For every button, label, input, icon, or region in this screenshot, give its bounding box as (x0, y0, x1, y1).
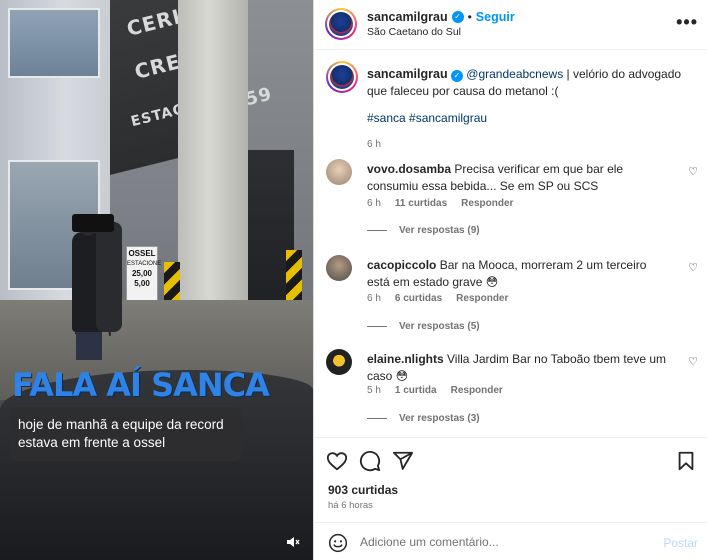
comment-body: vovo.dosamba Precisa verificar em que ba… (367, 161, 667, 195)
comment-item: elaine.nlights Villa Jardim Bar no Taboã… (326, 349, 698, 429)
video-overlay-title: FALA AÍ SANCA (12, 366, 270, 404)
comment-likes[interactable]: 1 curtida (395, 385, 437, 396)
avatar[interactable] (325, 8, 357, 40)
comment-body: elaine.nlights Villa Jardim Bar no Taboã… (367, 351, 667, 385)
view-replies-button[interactable]: Ver respostas (9) (367, 225, 480, 236)
price-sign-brand: OSSEL (128, 249, 156, 258)
verified-badge-icon: ✓ (451, 11, 464, 23)
comment-time[interactable]: 6 h (367, 198, 381, 209)
post-location[interactable]: São Caetano do Sul (367, 26, 461, 38)
reply-button[interactable]: Responder (461, 198, 513, 209)
replies-line (367, 230, 387, 231)
comment-like-heart-icon[interactable]: ♡ (688, 165, 698, 178)
comment-time[interactable]: 5 h (367, 385, 381, 396)
speaker-muted-icon[interactable] (282, 532, 304, 552)
more-options-button[interactable]: ••• (676, 12, 698, 33)
replies-line (367, 326, 387, 327)
view-replies-label[interactable]: Ver respostas (9) (399, 225, 480, 236)
comment-likes[interactable]: 11 curtidas (395, 198, 447, 209)
header-user-row: sancamilgrau ✓ • Seguir (367, 10, 515, 24)
caption-hashtags[interactable]: #sanca #sancamilgrau (367, 111, 487, 125)
view-replies-button[interactable]: Ver respostas (3) (367, 413, 480, 424)
add-comment-bar: Postar (314, 522, 707, 560)
comment-time[interactable]: 6 h (367, 293, 381, 304)
comment-item: cacopiccolo Bar na Mooca, morreram 2 um … (326, 255, 698, 335)
comment-like-heart-icon[interactable]: ♡ (688, 355, 698, 368)
comment-username[interactable]: vovo.dosamba (367, 162, 451, 176)
comment-icon[interactable] (359, 450, 381, 472)
reply-button[interactable]: Responder (451, 385, 503, 396)
comments-section[interactable]: sancamilgrau ✓ @grandeabcnews | velório … (314, 51, 707, 436)
post-media[interactable]: CERIM CREM ESTACION 459 OSSEL ESTACIONE … (0, 0, 313, 560)
avatar[interactable] (326, 61, 358, 93)
price-sign-value: 5,00 (134, 279, 150, 288)
comment-username[interactable]: elaine.nlights (367, 352, 444, 366)
comment-username[interactable]: cacopiccolo (367, 258, 436, 272)
video-caption-box: hoje de manhã a equipe da record estava … (10, 407, 243, 461)
price-sign-head: ESTACIONE (127, 261, 162, 267)
likes-count[interactable]: 903 curtidas (328, 483, 398, 497)
comment-likes[interactable]: 6 curtidas (395, 293, 442, 304)
comment-body: cacopiccolo Bar na Mooca, morreram 2 um … (367, 257, 667, 291)
reporter-figure (96, 222, 122, 332)
follow-button[interactable]: Seguir (476, 10, 515, 24)
post-timestamp[interactable]: há 6 horas (328, 500, 373, 511)
video-caption-line: estava em frente a ossel (18, 435, 166, 450)
heart-icon[interactable] (326, 450, 348, 472)
post-action-bar (314, 437, 707, 477)
comment-input[interactable] (360, 532, 640, 552)
comment-meta: 6 h 11 curtidas Responder (367, 198, 513, 209)
caption-timestamp[interactable]: 6 h (367, 139, 381, 150)
verified-badge-icon: ✓ (450, 70, 463, 82)
post-sidebar: sancamilgrau ✓ • Seguir São Caetano do S… (313, 0, 707, 560)
comment-meta: 5 h 1 curtida Responder (367, 385, 503, 396)
caption-username[interactable]: sancamilgrau (367, 67, 448, 81)
reply-button[interactable]: Responder (456, 293, 508, 304)
comment-like-heart-icon[interactable]: ♡ (688, 261, 698, 274)
avatar[interactable] (326, 255, 352, 281)
tv-camera (72, 214, 114, 232)
video-caption-line: hoje de manhã a equipe da record (18, 417, 224, 432)
instagram-post-modal: CERIM CREM ESTACION 459 OSSEL ESTACIONE … (0, 0, 707, 560)
view-replies-label[interactable]: Ver respostas (3) (399, 413, 480, 424)
bookmark-icon[interactable] (675, 450, 697, 472)
replies-line (367, 418, 387, 419)
comment-item: vovo.dosamba Precisa verificar em que ba… (326, 159, 698, 239)
emoji-icon[interactable] (328, 533, 348, 553)
caption-body: sancamilgrau ✓ @grandeabcnews | velório … (367, 66, 697, 100)
share-icon[interactable] (392, 450, 414, 472)
view-replies-button[interactable]: Ver respostas (5) (367, 321, 480, 332)
parking-price-sign: OSSEL ESTACIONE 25,00 5,00 (126, 246, 162, 308)
separator-dot: • (467, 10, 472, 24)
post-comment-button[interactable]: Postar (663, 536, 698, 550)
caption-mention[interactable]: @grandeabcnews (466, 67, 563, 81)
view-replies-label[interactable]: Ver respostas (5) (399, 321, 480, 332)
post-header: sancamilgrau ✓ • Seguir São Caetano do S… (314, 0, 707, 50)
comment-meta: 6 h 6 curtidas Responder (367, 293, 508, 304)
header-username[interactable]: sancamilgrau (367, 10, 448, 24)
building-window (8, 8, 100, 78)
price-sign-value: 25,00 (131, 269, 153, 278)
avatar[interactable] (326, 159, 352, 185)
avatar[interactable] (326, 349, 352, 375)
